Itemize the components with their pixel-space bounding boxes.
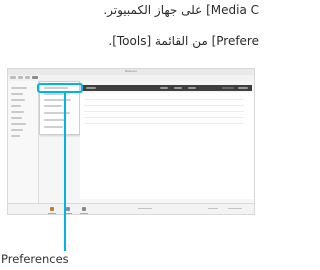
sidebar-item[interactable] (11, 99, 25, 101)
sidebar-item[interactable] (11, 105, 21, 107)
search-input[interactable] (222, 87, 234, 89)
sidebar-item[interactable] (11, 129, 23, 131)
menu-edit[interactable] (18, 76, 23, 79)
menu-file[interactable] (10, 76, 16, 79)
table-row (84, 123, 244, 124)
sidebar-item[interactable] (11, 135, 20, 137)
sidebar-item[interactable] (11, 93, 23, 95)
sidebar-item[interactable] (11, 117, 22, 119)
callout-label: Preferences (1, 252, 69, 266)
toolbar (82, 85, 252, 91)
bottom-label (48, 213, 56, 214)
menu-view[interactable] (25, 76, 30, 79)
table-row (84, 111, 244, 112)
table-row (84, 105, 244, 106)
content-area (80, 93, 254, 199)
bottom-label (80, 213, 88, 214)
preferences-highlight (37, 83, 83, 93)
table-row (84, 117, 244, 118)
status-text (138, 208, 152, 209)
player-bar (8, 203, 254, 214)
callout-line (64, 93, 66, 251)
sync-icon[interactable] (66, 207, 70, 211)
instruction-line-2: Prefere] من القائمة [Tools]. (108, 34, 259, 48)
instruction-line-1: Media C] على جهاز الكمبيوتر. (103, 3, 259, 17)
menu-item[interactable] (44, 105, 62, 107)
menu-item[interactable] (44, 126, 63, 128)
toolbar-item[interactable] (86, 87, 96, 89)
device-icon[interactable] (50, 207, 54, 211)
sidebar-item[interactable] (11, 111, 24, 113)
status-text (208, 208, 218, 209)
table-row (84, 99, 244, 100)
toolbar-item[interactable] (174, 87, 182, 89)
sidebar-item[interactable] (11, 123, 26, 125)
toolbar-item[interactable] (238, 87, 248, 89)
toolbar-item[interactable] (188, 87, 196, 89)
status-text (228, 208, 242, 209)
sidebar-item[interactable] (11, 87, 27, 89)
menu-tools[interactable] (32, 76, 38, 79)
sidebar (8, 81, 39, 203)
menu-item-preferences[interactable] (44, 112, 70, 114)
playback-icon[interactable] (82, 207, 86, 211)
menu-item[interactable] (44, 93, 64, 95)
menu-item[interactable] (44, 119, 66, 121)
toolbar-item[interactable] (160, 87, 168, 89)
menu-item[interactable] (44, 99, 71, 101)
